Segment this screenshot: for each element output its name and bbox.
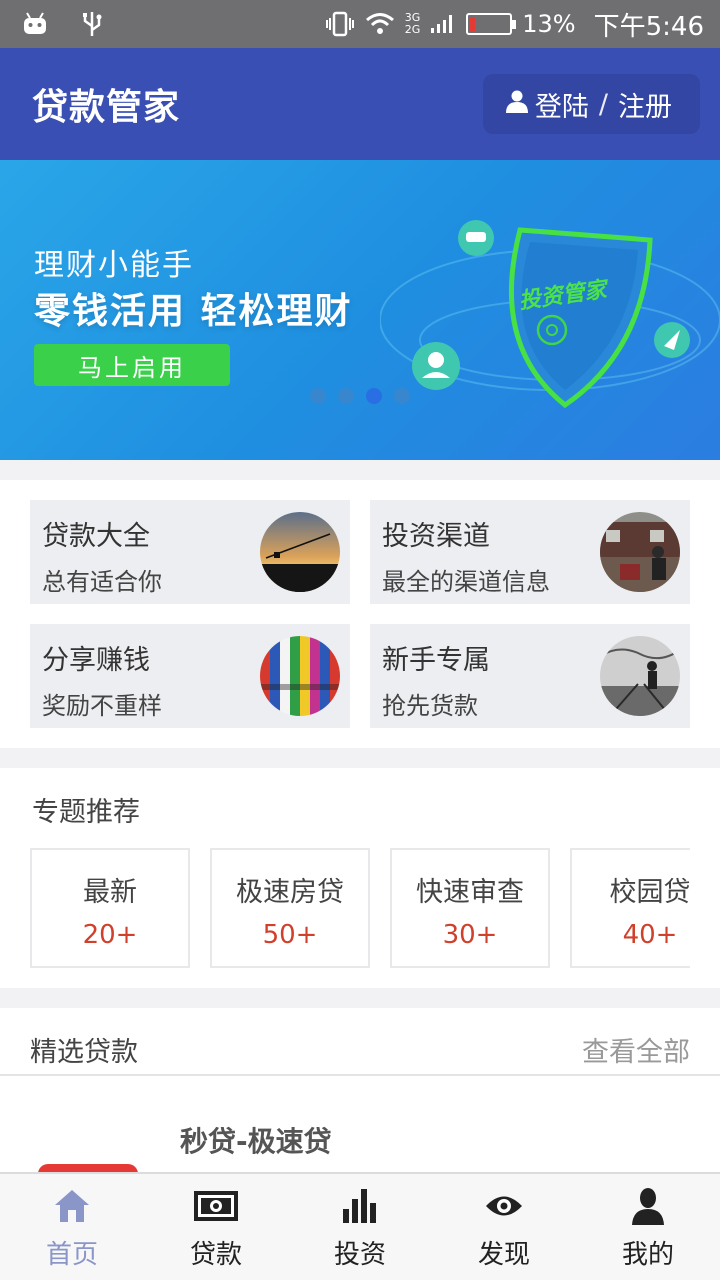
quick-entry-title: 新手专属: [382, 645, 490, 676]
quick-entry-title: 投资渠道: [382, 521, 490, 552]
topic-scroll-row[interactable]: 最新 20+ 极速房贷 50+ 快速审查 30+ 校园贷 40+: [30, 848, 690, 968]
quick-entry-investment-channels[interactable]: 投资渠道 最全的渠道信息: [370, 500, 690, 604]
topic-card[interactable]: 校园贷 40+: [570, 848, 690, 968]
tab-loans[interactable]: 贷款: [144, 1174, 288, 1280]
topic-card[interactable]: 极速房贷 50+: [210, 848, 370, 968]
quick-entry-title: 贷款大全: [42, 521, 150, 552]
tab-mine[interactable]: 我的: [576, 1174, 720, 1280]
quick-entry-subtitle: 总有适合你: [42, 568, 162, 596]
login-register-button[interactable]: 登陆 / 注册: [482, 74, 700, 134]
balloon-photo: [260, 636, 340, 716]
topic-name: 快速审查: [416, 877, 524, 908]
featured-loans: 精选贷款 查看全部 秒贷-极速贷: [0, 1008, 720, 1172]
topic-recommendations: 专题推荐 最新 20+ 极速房贷 50+ 快速审查 30+ 校园贷 40+: [0, 768, 720, 988]
eye-icon: [484, 1186, 524, 1226]
featured-header: 精选贷款 查看全部: [0, 1008, 720, 1076]
view-all-link[interactable]: 查看全部: [582, 1030, 690, 1069]
banner-headline: 零钱活用 轻松理财: [34, 291, 353, 332]
quick-entry-subtitle: 奖励不重样: [42, 692, 162, 720]
tab-label: 投资: [333, 1240, 386, 1270]
login-link[interactable]: 登陆: [535, 85, 589, 124]
tab-label: 发现: [477, 1240, 530, 1270]
carousel-indicator: [310, 388, 410, 404]
loan-item-name[interactable]: 秒贷-极速贷: [180, 1120, 332, 1160]
quick-entry-share-earn[interactable]: 分享赚钱 奖励不重样: [30, 624, 350, 728]
register-link[interactable]: 注册: [618, 85, 672, 124]
bar-chart-icon: [341, 1186, 379, 1226]
topic-count: 20+: [82, 920, 138, 950]
wifi-icon: [365, 12, 395, 36]
banner-start-button[interactable]: 马上启用: [34, 344, 230, 386]
topic-name: 校园贷: [609, 877, 691, 908]
carousel-dot[interactable]: [310, 388, 326, 404]
quick-entry-grid: 贷款大全 总有适合你 投资渠道 最全的渠道信息 分享赚钱 奖励不重样 新手专属 …: [0, 480, 720, 748]
topic-name: 极速房贷: [236, 877, 344, 908]
topics-title: 专题推荐: [32, 797, 140, 828]
battery-percent: 13%: [522, 10, 576, 38]
login-separator: /: [598, 88, 608, 120]
topic-count: 30+: [442, 920, 498, 950]
sunset-photo: [260, 512, 340, 592]
battery-icon: [466, 13, 517, 35]
usb-icon: [82, 10, 102, 38]
topic-count: 50+: [262, 920, 318, 950]
carousel-dot[interactable]: [338, 388, 354, 404]
android-icon: [22, 12, 48, 36]
topic-card[interactable]: 快速审查 30+: [390, 848, 550, 968]
carousel-dot[interactable]: [394, 388, 410, 404]
tab-label: 我的: [621, 1240, 674, 1270]
topic-card[interactable]: 最新 20+: [30, 848, 190, 968]
quick-entry-loan-list[interactable]: 贷款大全 总有适合你: [30, 500, 350, 604]
railway-photo: [600, 636, 680, 716]
person-icon: [631, 1186, 665, 1226]
tab-home[interactable]: 首页: [0, 1174, 144, 1280]
bottom-tab-bar: 首页 贷款 投资 发现 我的: [0, 1172, 720, 1280]
quick-entry-newcomer[interactable]: 新手专属 抢先货款: [370, 624, 690, 728]
quick-entry-title: 分享赚钱: [42, 645, 150, 676]
banner-subtitle: 理财小能手: [34, 248, 194, 283]
battery-level: [470, 17, 476, 31]
people-photo: [600, 512, 680, 592]
quick-entry-subtitle: 抢先货款: [382, 692, 478, 720]
shield-illustration: 投资管家: [380, 220, 720, 409]
status-bar: 3G 2G 13% 下午5:46: [0, 0, 720, 48]
quick-entry-subtitle: 最全的渠道信息: [382, 568, 550, 596]
clock: 下午5:46: [593, 11, 704, 42]
user-icon: [505, 89, 529, 120]
topic-name: 最新: [83, 877, 137, 908]
app-title: 贷款管家: [32, 87, 181, 128]
vibrate-icon: [325, 11, 355, 37]
app-header: 贷款管家 登陆 / 注册: [0, 48, 720, 160]
signal-icon: [430, 12, 456, 36]
home-icon: [53, 1186, 91, 1226]
tab-discover[interactable]: 发现: [432, 1174, 576, 1280]
network-type-bottom: 2G: [404, 23, 421, 36]
network-type: 3G 2G: [405, 12, 421, 36]
promo-banner[interactable]: 理财小能手 零钱活用 轻松理财 马上启用 投资管家: [0, 160, 720, 460]
carousel-dot-active[interactable]: [366, 388, 382, 404]
cash-icon: [193, 1186, 239, 1226]
tab-invest[interactable]: 投资: [288, 1174, 432, 1280]
featured-title: 精选贷款: [30, 1037, 138, 1068]
tab-label: 贷款: [189, 1240, 242, 1270]
tab-label: 首页: [45, 1240, 98, 1270]
loan-item-logo: [38, 1164, 138, 1172]
topic-count: 40+: [622, 920, 678, 950]
